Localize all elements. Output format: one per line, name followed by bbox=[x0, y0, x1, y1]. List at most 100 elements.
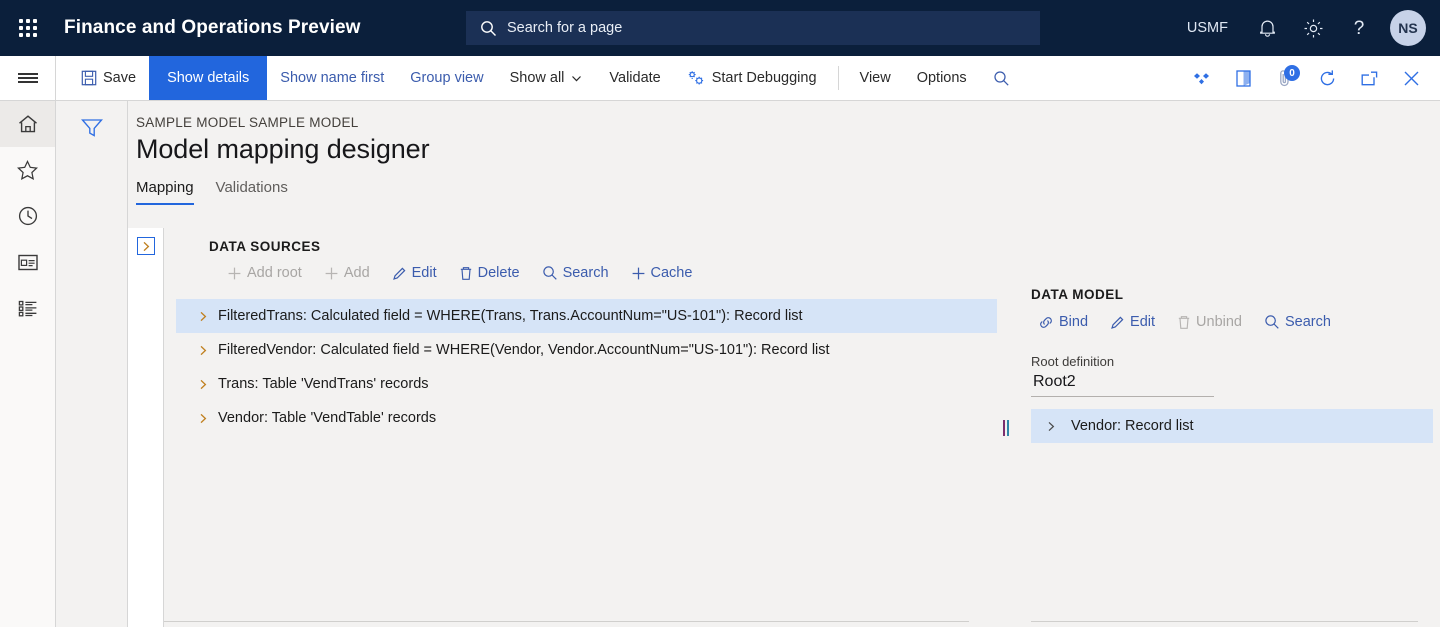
table-row[interactable]: Trans: Table 'VendTrans' records bbox=[176, 367, 997, 401]
cache-label: Cache bbox=[650, 265, 693, 281]
sidebar-item-recent[interactable] bbox=[0, 193, 55, 239]
page-title: Model mapping designer bbox=[136, 134, 430, 164]
options-menu-button[interactable]: Options bbox=[904, 56, 980, 100]
user-avatar-button[interactable]: NS bbox=[1382, 0, 1426, 56]
tab-mapping[interactable]: Mapping bbox=[136, 179, 194, 205]
bind-label: Bind bbox=[1059, 314, 1089, 330]
attachments-button[interactable] bbox=[1222, 56, 1264, 101]
add-label: Add bbox=[343, 265, 370, 281]
search-icon bbox=[1264, 314, 1280, 330]
sidebar-item-workspaces[interactable] bbox=[0, 239, 55, 285]
app-title: Finance and Operations Preview bbox=[64, 17, 361, 38]
cache-button[interactable]: Cache bbox=[620, 261, 704, 285]
save-button[interactable]: Save bbox=[68, 56, 149, 100]
close-icon bbox=[1404, 71, 1418, 86]
search-icon bbox=[993, 70, 1010, 87]
data-source-label: FilteredTrans: Calculated field = WHERE(… bbox=[218, 308, 803, 324]
search-model-button[interactable]: Search bbox=[1253, 310, 1342, 334]
designer-panes: DATA SOURCES Add root Add Edit Delete Se… bbox=[128, 228, 1440, 627]
question-mark-icon: ? bbox=[1354, 18, 1365, 39]
app-launcher-button[interactable] bbox=[0, 0, 56, 56]
validate-button[interactable]: Validate bbox=[596, 56, 673, 100]
pane-splitter[interactable] bbox=[997, 228, 1015, 627]
chevron-right-icon[interactable] bbox=[188, 413, 218, 424]
chevron-right-icon[interactable] bbox=[188, 311, 218, 322]
show-details-button[interactable]: Show details bbox=[149, 56, 268, 100]
show-all-dropdown[interactable]: Show all bbox=[497, 56, 597, 100]
chevron-right-icon[interactable] bbox=[188, 345, 218, 356]
chevron-right-icon bbox=[143, 241, 149, 251]
global-search-placeholder: Search for a page bbox=[507, 20, 623, 36]
panel-icon bbox=[1235, 70, 1251, 87]
company-selector[interactable]: USMF bbox=[1171, 0, 1244, 56]
refresh-button[interactable] bbox=[1306, 56, 1348, 101]
messages-button[interactable]: 0 bbox=[1264, 56, 1306, 101]
global-search-box[interactable]: Search for a page bbox=[466, 11, 1040, 45]
help-button[interactable]: ? bbox=[1336, 0, 1382, 56]
edit-datasource-label: Edit bbox=[411, 265, 437, 281]
sidebar-item-home[interactable] bbox=[0, 101, 55, 147]
navigation-rail bbox=[0, 101, 56, 627]
search-datasource-button[interactable]: Search bbox=[531, 261, 620, 285]
table-row[interactable]: FilteredTrans: Calculated field = WHERE(… bbox=[176, 299, 997, 333]
start-debugging-button[interactable]: Start Debugging bbox=[674, 56, 830, 100]
list-item[interactable]: Vendor: Record list bbox=[1031, 409, 1433, 443]
workspace-icon bbox=[17, 254, 38, 270]
refresh-icon bbox=[1320, 70, 1334, 86]
command-search-button[interactable] bbox=[980, 56, 1023, 100]
delete-datasource-button[interactable]: Delete bbox=[448, 261, 531, 285]
tab-validations[interactable]: Validations bbox=[216, 179, 288, 205]
open-in-new-window-button[interactable] bbox=[1348, 56, 1390, 101]
edit-datasource-button[interactable]: Edit bbox=[381, 261, 448, 285]
view-menu-button[interactable]: View bbox=[847, 56, 904, 100]
table-row[interactable]: FilteredVendor: Calculated field = WHERE… bbox=[176, 333, 997, 367]
root-definition-input[interactable]: Root2 bbox=[1031, 369, 1214, 397]
table-row[interactable]: Vendor: Table 'VendTable' records bbox=[176, 401, 997, 435]
add-root-button[interactable]: Add root bbox=[216, 261, 313, 285]
start-debugging-label: Start Debugging bbox=[711, 70, 817, 86]
trash-icon bbox=[459, 266, 473, 281]
star-icon bbox=[16, 159, 39, 180]
show-name-first-button[interactable]: Show name first bbox=[267, 56, 397, 100]
plus-icon bbox=[227, 266, 242, 281]
save-label: Save bbox=[103, 70, 137, 86]
search-model-label: Search bbox=[1284, 314, 1331, 330]
nav-menu-toggle[interactable] bbox=[0, 56, 56, 100]
save-disk-icon bbox=[81, 70, 97, 86]
pencil-icon bbox=[392, 266, 407, 281]
close-button[interactable] bbox=[1390, 56, 1432, 101]
link-icon bbox=[1038, 315, 1054, 330]
page-tabs: Mapping Validations bbox=[128, 165, 1440, 205]
data-source-label: Trans: Table 'VendTrans' records bbox=[218, 376, 429, 392]
edit-model-button[interactable]: Edit bbox=[1099, 310, 1166, 334]
diamonds-icon bbox=[1193, 72, 1209, 84]
edit-model-label: Edit bbox=[1130, 314, 1156, 330]
filter-button[interactable] bbox=[75, 113, 109, 143]
sidebar-item-modules[interactable] bbox=[0, 285, 55, 331]
header-actions: USMF ? NS bbox=[1171, 0, 1440, 56]
plus-icon bbox=[324, 266, 339, 281]
content-area: SAMPLE MODEL SAMPLE MODEL Model mapping … bbox=[128, 101, 1440, 627]
data-sources-panel: DATA SOURCES Add root Add Edit Delete Se… bbox=[164, 228, 997, 627]
popout-icon bbox=[1361, 71, 1377, 86]
filter-rail bbox=[56, 101, 128, 627]
data-sources-tree: FilteredTrans: Calculated field = WHERE(… bbox=[176, 299, 997, 435]
pencil-icon bbox=[1110, 315, 1125, 330]
bind-button[interactable]: Bind bbox=[1027, 310, 1099, 334]
notifications-bell-button[interactable] bbox=[1244, 0, 1290, 56]
personalize-button[interactable] bbox=[1180, 56, 1222, 101]
app-header: Finance and Operations Preview Search fo… bbox=[0, 0, 1440, 56]
sidebar-item-favorites[interactable] bbox=[0, 147, 55, 193]
plus-icon bbox=[631, 266, 646, 281]
page-body: SAMPLE MODEL SAMPLE MODEL Model mapping … bbox=[0, 101, 1440, 627]
data-sources-title: DATA SOURCES bbox=[209, 239, 321, 254]
settings-gear-button[interactable] bbox=[1290, 0, 1336, 56]
data-sources-toolbar: Add root Add Edit Delete Search Cache bbox=[176, 254, 997, 285]
chevron-right-icon[interactable] bbox=[188, 379, 218, 390]
group-view-button[interactable]: Group view bbox=[397, 56, 496, 100]
unbind-button[interactable]: Unbind bbox=[1166, 310, 1253, 334]
debug-gears-icon bbox=[687, 70, 706, 87]
add-button[interactable]: Add bbox=[313, 261, 381, 285]
expand-all-button[interactable] bbox=[136, 237, 155, 255]
chevron-right-icon[interactable] bbox=[1031, 421, 1071, 432]
